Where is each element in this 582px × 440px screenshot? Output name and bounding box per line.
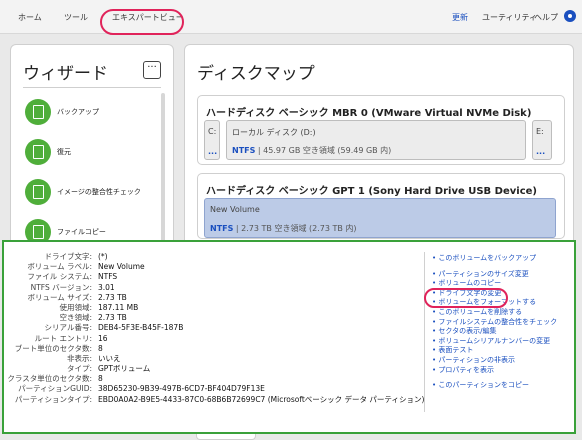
action-show-properties[interactable]: プロパティを表示 bbox=[432, 366, 557, 376]
disk-0: ハードディスク ベーシック MBR 0 (VMware Virtual NVMe… bbox=[197, 95, 565, 165]
prop-value: いいえ bbox=[98, 353, 121, 363]
property-labels: ドライブ文字: ボリューム ラベル: ファイル システム: NTFS バージョン… bbox=[4, 252, 92, 405]
prop-value: 8 bbox=[98, 374, 103, 384]
wizard-item-label: ファイルコピー bbox=[57, 228, 106, 236]
prop-value: 3.01 bbox=[98, 282, 115, 292]
action-list: このボリュームをバックアップ パーティションのサイズ変更 ボリュームのコピー ド… bbox=[432, 254, 557, 391]
panel-tail bbox=[196, 434, 256, 440]
wizard-item-label: バックアップ bbox=[57, 108, 99, 116]
prop-value: (*) bbox=[98, 252, 108, 261]
property-values: (*) New Volume NTFS 3.01 2.73 TB 187.11 … bbox=[98, 252, 424, 405]
prop-value: EBD0A0A2-B9E5-4433-87C0-68B6B72699C7 (Mi… bbox=[98, 394, 425, 404]
wizard-scrollbar[interactable] bbox=[161, 93, 165, 243]
partition-c[interactable]: C: ... bbox=[204, 120, 220, 160]
prop-label: クラスタ単位のセクタ数: bbox=[7, 374, 92, 384]
prop-value: GPTボリューム bbox=[98, 364, 151, 374]
prop-value: 2.73 TB bbox=[98, 292, 127, 302]
prop-label: ルート エントリ: bbox=[34, 333, 92, 343]
disk-map-title: ディスクマップ bbox=[197, 64, 315, 84]
action-copy-partition[interactable]: このパーティションをコピー bbox=[432, 381, 557, 391]
prop-label: シリアル番号: bbox=[44, 323, 92, 333]
prop-value: 16 bbox=[98, 333, 108, 343]
prop-value: 2.73 TB bbox=[98, 313, 127, 323]
action-delete-volume[interactable]: このボリュームを削除する bbox=[432, 308, 557, 318]
prop-label: パーティションGUID: bbox=[18, 384, 92, 394]
prop-label: 空き領域: bbox=[59, 313, 92, 323]
more-options-button[interactable]: ··· bbox=[143, 61, 161, 79]
disk-1-title: ハードディスク ベーシック GPT 1 (Sony Hard Drive USB… bbox=[206, 186, 537, 197]
disk-1: ハードディスク ベーシック GPT 1 (Sony Hard Drive USB… bbox=[197, 173, 565, 239]
help-menu[interactable]: ヘルプ bbox=[534, 12, 558, 23]
tab-home[interactable]: ホーム bbox=[18, 12, 42, 23]
prop-label: ボリューム ラベル: bbox=[27, 262, 92, 272]
partition-d[interactable]: ローカル ディスク (D:) NTFS | 45.97 GB 空き領域 (59.… bbox=[226, 120, 526, 160]
tab-tools[interactable]: ツール bbox=[64, 12, 88, 23]
top-navigation: ホーム ツール エキスパートビュー 更新 ユーティリティ ヘルプ bbox=[0, 0, 582, 35]
restore-icon bbox=[25, 139, 51, 165]
prop-label: ボリューム サイズ: bbox=[27, 292, 92, 302]
divider bbox=[23, 87, 161, 88]
utilities-menu[interactable]: ユーティリティ bbox=[482, 12, 537, 23]
divider bbox=[424, 252, 425, 412]
prop-value: 38D65230-9B39-497B-6CD7-BF404D79F13E bbox=[98, 384, 265, 394]
update-link[interactable]: 更新 bbox=[452, 12, 468, 23]
prop-label: ファイル システム: bbox=[27, 272, 92, 282]
wizard-item-label: イメージの整合性チェック bbox=[57, 188, 141, 196]
prop-label: タイプ: bbox=[66, 364, 92, 374]
partition-new-volume[interactable]: New Volume NTFS | 2.73 TB 空き領域 (2.73 TB … bbox=[204, 198, 556, 238]
prop-value: 8 bbox=[98, 343, 103, 353]
check-icon bbox=[25, 179, 51, 205]
action-resize-partition[interactable]: パーティションのサイズ変更 bbox=[432, 270, 557, 280]
action-view-sectors[interactable]: セクタの表示/編集 bbox=[432, 327, 557, 337]
action-backup-volume[interactable]: このボリュームをバックアップ bbox=[432, 254, 557, 264]
prop-value: NTFS bbox=[98, 272, 118, 282]
wizard-title: ウィザード bbox=[23, 64, 108, 84]
prop-value: DEB4-5F3E-B45F-187B bbox=[98, 323, 184, 333]
action-surface-test[interactable]: 表面テスト bbox=[432, 346, 557, 356]
highlight-circle bbox=[424, 288, 508, 308]
highlight-circle bbox=[100, 9, 184, 35]
wizard-item-label: 復元 bbox=[57, 148, 71, 156]
prop-label: 非表示: bbox=[66, 353, 92, 363]
prop-label: NTFS バージョン: bbox=[30, 282, 92, 292]
partition-e[interactable]: E: ... bbox=[532, 120, 552, 160]
prop-label: 使用領域: bbox=[59, 302, 92, 312]
disk-0-title: ハードディスク ベーシック MBR 0 (VMware Virtual NVMe… bbox=[206, 108, 532, 119]
action-hide-partition[interactable]: パーティションの非表示 bbox=[432, 356, 557, 366]
backup-icon bbox=[25, 99, 51, 125]
prop-label: ドライブ文字: bbox=[44, 252, 92, 261]
action-check-filesystem[interactable]: ファイルシステムの整合性をチェック bbox=[432, 318, 557, 328]
prop-label: パーティションタイプ: bbox=[14, 394, 92, 404]
prop-value: 187.11 MB bbox=[98, 302, 139, 312]
action-change-serial[interactable]: ボリュームシリアルナンバーの変更 bbox=[432, 337, 557, 347]
help-circle-icon[interactable] bbox=[564, 10, 576, 22]
properties-popup: ドライブ文字: ボリューム ラベル: ファイル システム: NTFS バージョン… bbox=[2, 240, 576, 434]
prop-label: ブート単位のセクタ数: bbox=[14, 343, 92, 353]
prop-value: New Volume bbox=[98, 262, 145, 272]
